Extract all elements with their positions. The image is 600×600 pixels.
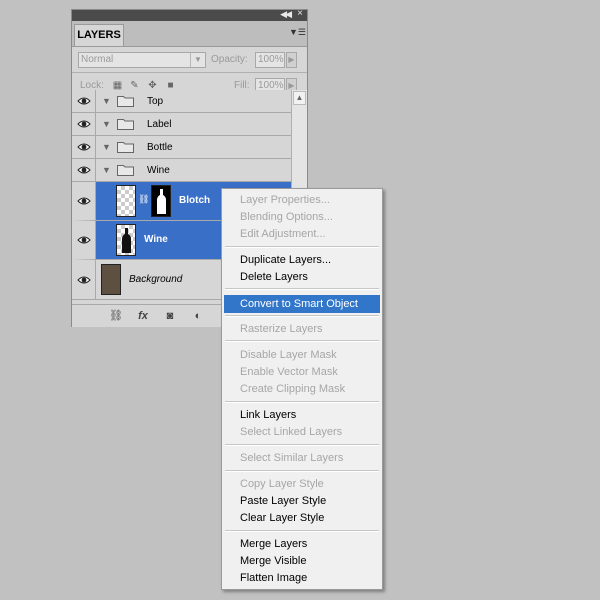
layer-name: Top	[147, 96, 164, 107]
layer-row-top[interactable]: ▼ Top	[72, 90, 291, 113]
tab-layers[interactable]: LAYERS	[74, 24, 124, 46]
blend-mode-value: Normal	[81, 54, 114, 65]
expand-triangle-icon[interactable]: ▼	[102, 119, 111, 129]
menu-separator	[225, 444, 379, 446]
menu-item-delete-layers[interactable]: Delete Layers	[224, 269, 380, 286]
background-thumbnail	[101, 264, 121, 295]
panel-tabrow: LAYERS ▼☰	[72, 21, 307, 47]
layer-row-label[interactable]: ▼ Label	[72, 113, 291, 136]
menu-separator	[225, 315, 379, 317]
opacity-field[interactable]: 100%	[255, 52, 285, 68]
panel-menu-icon[interactable]: ▼☰	[289, 27, 306, 37]
menu-item-merge-layers[interactable]: Merge Layers	[224, 536, 380, 553]
blend-row: Normal ▼ Opacity: 100% ▶	[72, 46, 307, 73]
menu-separator	[225, 246, 379, 248]
menu-separator	[225, 340, 379, 342]
add-mask-icon[interactable]: ◙	[163, 308, 177, 324]
menu-item-rasterize-layers[interactable]: Rasterize Layers	[224, 321, 380, 338]
scroll-up-icon[interactable]: ▲	[293, 91, 306, 105]
expand-triangle-icon[interactable]: ▼	[102, 96, 111, 106]
chevron-down-icon: ▼	[190, 53, 205, 67]
link-layers-icon[interactable]: ⛓	[106, 308, 126, 324]
close-icon[interactable]: ×	[297, 8, 303, 19]
menu-item-enable-vector-mask[interactable]: Enable Vector Mask	[224, 364, 380, 381]
context-menu: Layer Properties... Blending Options... …	[221, 188, 383, 590]
menu-item-select-linked-layers[interactable]: Select Linked Layers	[224, 424, 380, 441]
menu-item-layer-properties[interactable]: Layer Properties...	[224, 192, 380, 209]
menu-separator	[225, 401, 379, 403]
eye-icon[interactable]	[72, 182, 96, 220]
menu-item-create-clipping-mask[interactable]: Create Clipping Mask	[224, 381, 380, 398]
layer-thumbnail	[116, 224, 136, 256]
expand-triangle-icon[interactable]: ▼	[102, 165, 111, 175]
menu-item-convert-to-smart-object[interactable]: Convert to Smart Object	[224, 295, 380, 313]
opacity-label: Opacity:	[211, 54, 248, 65]
eye-icon[interactable]	[72, 221, 96, 259]
menu-separator	[225, 288, 379, 290]
expand-triangle-icon[interactable]: ▼	[102, 142, 111, 152]
layer-name: Background	[129, 274, 183, 285]
eye-icon[interactable]	[72, 113, 96, 135]
menu-item-merge-visible[interactable]: Merge Visible	[224, 553, 380, 570]
menu-item-select-similar-layers[interactable]: Select Similar Layers	[224, 450, 380, 467]
menu-separator	[225, 470, 379, 472]
layer-mask-thumbnail[interactable]	[151, 185, 171, 217]
eye-icon[interactable]	[72, 159, 96, 181]
folder-icon	[117, 96, 134, 107]
eye-icon[interactable]	[72, 136, 96, 158]
panel-titlebar: ◀◀ ×	[72, 8, 307, 21]
menu-item-flatten-image[interactable]: Flatten Image	[224, 570, 380, 587]
layer-name: Blotch	[179, 195, 211, 206]
blend-mode-select[interactable]: Normal ▼	[78, 52, 206, 68]
menu-item-disable-layer-mask[interactable]: Disable Layer Mask	[224, 347, 380, 364]
menu-item-copy-layer-style[interactable]: Copy Layer Style	[224, 476, 380, 493]
adjustment-layer-icon[interactable]: ◐	[189, 308, 207, 324]
fx-icon[interactable]: fx	[135, 308, 151, 324]
folder-icon	[117, 165, 134, 176]
menu-item-clear-layer-style[interactable]: Clear Layer Style	[224, 510, 380, 527]
folder-icon	[117, 119, 134, 130]
menu-separator	[225, 530, 379, 532]
menu-item-blending-options[interactable]: Blending Options...	[224, 209, 380, 226]
menu-item-link-layers[interactable]: Link Layers	[224, 407, 380, 424]
menu-item-paste-layer-style[interactable]: Paste Layer Style	[224, 493, 380, 510]
folder-icon	[117, 142, 134, 153]
layer-name: Label	[147, 119, 172, 130]
opacity-slider-arrow[interactable]: ▶	[286, 52, 297, 68]
link-chain-icon[interactable]: ⛓	[138, 194, 149, 205]
layer-thumbnail	[116, 185, 136, 217]
layer-row-bottle[interactable]: ▼ Bottle	[72, 136, 291, 159]
eye-icon[interactable]	[72, 260, 96, 299]
collapse-icon[interactable]: ◀◀	[280, 9, 292, 20]
menu-item-edit-adjustment[interactable]: Edit Adjustment...	[224, 226, 380, 243]
layer-name: Bottle	[147, 142, 173, 153]
eye-icon[interactable]	[72, 90, 96, 112]
layer-name: Wine	[147, 165, 170, 176]
layer-name: Wine	[144, 234, 168, 245]
layer-row-wine-group[interactable]: ▼ Wine	[72, 159, 291, 182]
menu-item-duplicate-layers[interactable]: Duplicate Layers...	[224, 252, 380, 269]
